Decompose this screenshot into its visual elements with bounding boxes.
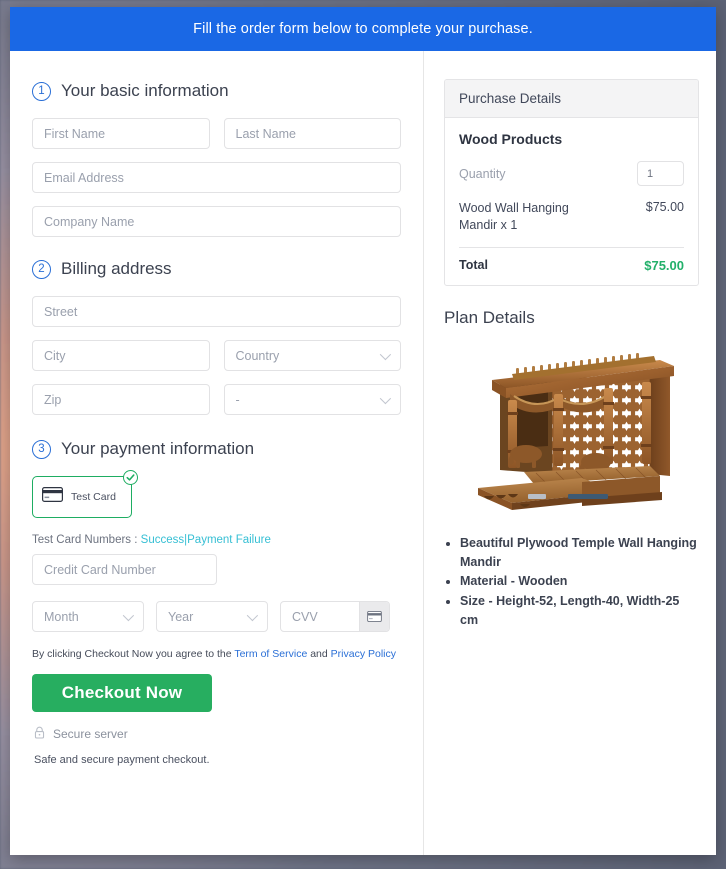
- product-group-name: Wood Products: [459, 131, 563, 147]
- secure-server-label: Secure server: [53, 727, 128, 741]
- name-row: First Name Last Name: [32, 118, 401, 149]
- purchase-details-body: Wood Products Quantity 1 Wood Wall Hangi…: [445, 118, 698, 285]
- state-select[interactable]: -: [223, 384, 401, 415]
- expiry-month-select[interactable]: Month: [32, 601, 144, 632]
- list-item: Size - Height-52, Length-40, Width-25 cm: [460, 592, 699, 630]
- check-circle-icon: [123, 470, 138, 485]
- step-number-2: 2: [32, 259, 51, 279]
- line-item-row: Wood Wall Hanging Mandir x 1 $75.00: [459, 200, 684, 234]
- city-country-row: City Country: [32, 340, 401, 371]
- zip-state-row: Zip -: [32, 384, 401, 415]
- lock-icon: [34, 726, 45, 742]
- cvv-card-icon[interactable]: [359, 602, 389, 631]
- total-label: Total: [459, 258, 488, 273]
- purchase-details-header: Purchase Details: [445, 80, 698, 118]
- step-number-3: 3: [32, 439, 51, 459]
- section-payment-information: 3 Your payment information: [32, 439, 401, 459]
- line-item-name: Wood Wall Hanging Mandir x 1: [459, 201, 569, 232]
- section-title-payment: Your payment information: [61, 439, 255, 458]
- card-number-row: Credit Card Number: [32, 554, 401, 585]
- quantity-label: Quantity: [459, 166, 506, 181]
- term-of-service-link[interactable]: Term of Service: [234, 648, 307, 660]
- test-card-success-link[interactable]: Success: [141, 534, 184, 546]
- test-card-failure-link[interactable]: Payment Failure: [187, 534, 271, 546]
- section-basic-information: 1 Your basic information: [32, 81, 401, 101]
- terms-prefix: By clicking Checkout Now you agree to th…: [32, 648, 232, 660]
- section-title-billing: Billing address: [61, 259, 172, 278]
- safe-checkout-note: Safe and secure payment checkout.: [34, 754, 210, 766]
- email-row: Email Address: [32, 162, 401, 193]
- company-name-input[interactable]: Company Name: [32, 206, 401, 237]
- list-item: Beautiful Plywood Temple Wall Hanging Ma…: [460, 534, 699, 572]
- terms-conjunction: and: [310, 648, 328, 660]
- quantity-row: Quantity 1: [459, 161, 684, 186]
- zip-input[interactable]: Zip: [32, 384, 210, 415]
- street-input[interactable]: Street: [32, 296, 401, 327]
- payment-method-label: Test Card: [71, 491, 116, 503]
- secure-server-row: Secure server: [34, 726, 401, 742]
- last-name-input[interactable]: Last Name: [223, 118, 401, 149]
- credit-card-icon: [42, 487, 63, 507]
- city-input[interactable]: City: [32, 340, 210, 371]
- plan-feature-list: Beautiful Plywood Temple Wall Hanging Ma…: [460, 534, 699, 630]
- street-row: Street: [32, 296, 401, 327]
- product-image-wooden-mandir: [444, 342, 699, 520]
- cvv-group: CVV: [280, 601, 390, 632]
- list-item: Material - Wooden: [460, 572, 699, 591]
- line-item-amount: $75.00: [645, 200, 684, 214]
- checkout-body: 1 Your basic information First Name Last…: [10, 51, 716, 855]
- purchase-details-card: Purchase Details Wood Products Quantity …: [444, 79, 699, 286]
- section-billing-address: 2 Billing address: [32, 259, 401, 279]
- banner-text: Fill the order form below to complete yo…: [193, 21, 533, 37]
- instruction-banner: Fill the order form below to complete yo…: [10, 7, 716, 51]
- first-name-input[interactable]: First Name: [32, 118, 210, 149]
- expiry-year-select[interactable]: Year: [156, 601, 268, 632]
- payment-method-test-card[interactable]: Test Card: [32, 470, 138, 518]
- test-card-numbers-note: Test Card Numbers : Success|Payment Fail…: [32, 534, 401, 546]
- checkout-now-button[interactable]: Checkout Now: [32, 674, 212, 712]
- expiry-cvv-row: Month Year CVV: [32, 601, 401, 632]
- company-row: Company Name: [32, 206, 401, 237]
- quantity-input[interactable]: 1: [637, 161, 684, 186]
- order-form-column: 1 Your basic information First Name Last…: [10, 51, 424, 855]
- country-select[interactable]: Country: [223, 340, 401, 371]
- test-card-prefix: Test Card Numbers :: [32, 534, 138, 546]
- plan-details-title: Plan Details: [444, 307, 535, 327]
- email-input[interactable]: Email Address: [32, 162, 401, 193]
- step-number-1: 1: [32, 81, 51, 101]
- checkout-page: Fill the order form below to complete yo…: [10, 7, 716, 855]
- summary-column: Purchase Details Wood Products Quantity …: [424, 51, 715, 855]
- privacy-policy-link[interactable]: Privacy Policy: [331, 648, 396, 660]
- total-row: Total $75.00: [459, 258, 684, 273]
- section-title-basic: Your basic information: [61, 81, 229, 100]
- total-divider: [459, 246, 684, 248]
- credit-card-number-input[interactable]: Credit Card Number: [32, 554, 217, 585]
- total-amount: $75.00: [644, 257, 684, 273]
- terms-agreement-text: By clicking Checkout Now you agree to th…: [32, 648, 401, 660]
